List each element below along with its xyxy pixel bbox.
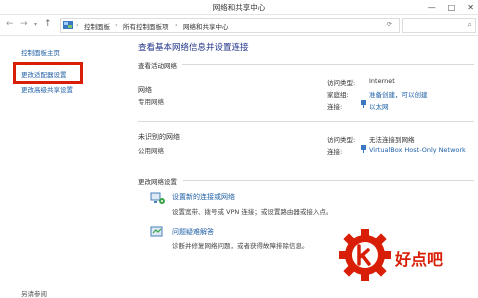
page-title: 查看基本网络信息并设置连接 <box>138 43 249 53</box>
access-type-value: 无法连接到网络 <box>369 136 415 144</box>
connection-label: 连接: <box>327 103 343 111</box>
active-networks-heading: 查看活动网络 <box>138 62 177 70</box>
homegroup-label: 家庭组: <box>327 91 349 99</box>
breadcrumb-separator: › <box>76 21 79 29</box>
breadcrumb-all-items[interactable]: 所有控制面板项 <box>123 21 169 31</box>
address-bar[interactable]: › 控制面板 › 所有控制面板项 › 网络和共享中心 ⟳ <box>60 18 400 33</box>
divider <box>182 64 474 65</box>
close-button[interactable]: ✕ <box>467 3 474 12</box>
homegroup-link[interactable]: 准备创建，可以创建 <box>369 89 428 99</box>
refresh-icon[interactable]: ⟳ <box>387 21 392 28</box>
back-arrow-icon[interactable]: ← <box>6 19 14 29</box>
up-arrow-icon[interactable]: ↑ <box>44 19 52 29</box>
ethernet-icon <box>361 100 366 108</box>
virtualbox-adapter-link[interactable]: VirtualBox Host-Only Network <box>369 146 466 154</box>
ethernet-link[interactable]: 以太网 <box>369 101 389 111</box>
window-title: 网络和共享中心 <box>212 3 266 12</box>
connection-label: 连接: <box>327 148 343 156</box>
troubleshoot-desc: 诊断并修复网络问题，或者获得故障排除信息。 <box>172 242 309 250</box>
title-bar: 网络和共享中心 — □ ✕ <box>0 0 478 15</box>
network-category: 公用网络 <box>138 147 164 155</box>
network-name: 未识别的网络 <box>138 133 180 141</box>
search-icon[interactable]: ⌕ <box>468 20 472 30</box>
left-link-control-panel-home[interactable]: 控制面板主页 <box>21 47 60 57</box>
divider <box>138 121 474 122</box>
troubleshoot-icon <box>150 226 163 237</box>
window-controls: — □ ✕ <box>428 0 474 14</box>
setup-new-connection-link[interactable]: 设置新的连接或网络 <box>172 192 235 202</box>
breadcrumb-separator: › <box>115 21 118 29</box>
minimize-button[interactable]: — <box>428 3 436 12</box>
new-connection-icon <box>150 192 165 204</box>
maximize-button[interactable]: □ <box>448 3 456 12</box>
chevron-down-icon[interactable]: ▾ <box>34 21 37 28</box>
watermark-gear-logo <box>339 229 391 281</box>
breadcrumb-separator: › <box>175 21 178 29</box>
breadcrumb-control-panel[interactable]: 控制面板 <box>84 21 110 31</box>
access-type-value: Internet <box>369 77 395 85</box>
breadcrumb-network-center[interactable]: 网络和共享中心 <box>183 21 229 31</box>
troubleshoot-link[interactable]: 问题疑难解答 <box>172 227 214 237</box>
ethernet-icon <box>361 145 366 153</box>
network-name: 网络 <box>138 86 152 94</box>
access-type-label: 访问类型: <box>327 136 356 144</box>
network-category: 专用网络 <box>138 98 164 106</box>
setup-new-connection-desc: 设置宽带、拨号或 VPN 连接；或设置路由器或接入点。 <box>172 208 333 216</box>
navigation-bar: ← → ▾ ↑ › 控制面板 › 所有控制面板项 › 网络和共享中心 ⟳ ⌕ <box>0 15 478 36</box>
highlight-box <box>13 62 83 84</box>
watermark-text: 好点吧 <box>395 250 444 269</box>
change-settings-heading: 更改网络设置 <box>138 178 177 186</box>
access-type-label: 访问类型: <box>327 79 356 87</box>
control-panel-icon <box>63 21 73 29</box>
search-input[interactable]: ⌕ <box>402 18 476 33</box>
forward-arrow-icon[interactable]: → <box>20 19 28 29</box>
divider <box>183 180 474 181</box>
see-also-label: 另请参阅 <box>21 290 47 298</box>
left-link-advanced-sharing[interactable]: 更改高级共享设置 <box>21 84 73 94</box>
